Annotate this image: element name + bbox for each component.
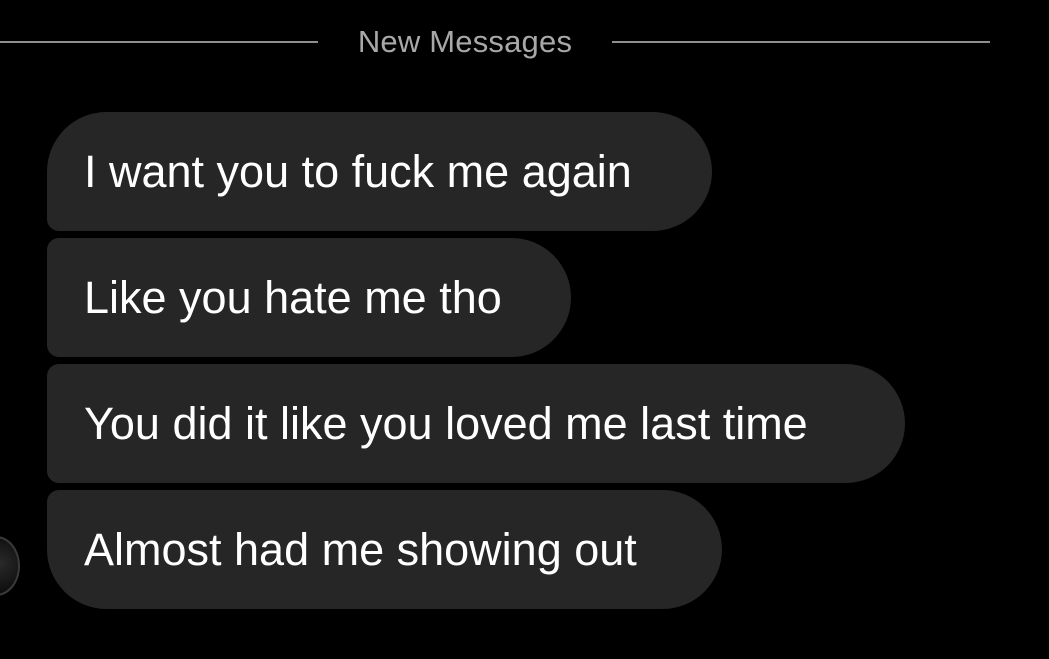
message-text: Almost had me showing out [84, 524, 637, 575]
sender-avatar[interactable] [0, 536, 20, 596]
message-text: Like you hate me tho [84, 272, 502, 323]
divider-line-right [612, 41, 990, 43]
new-messages-label: New Messages [357, 24, 573, 59]
message-text: I want you to fuck me again [84, 146, 632, 197]
new-messages-divider: New Messages [0, 22, 990, 62]
message-bubble[interactable]: I want you to fuck me again [47, 112, 712, 231]
message-bubble[interactable]: Like you hate me tho [47, 238, 571, 357]
message-text: You did it like you loved me last time [84, 398, 808, 449]
message-bubble[interactable]: You did it like you loved me last time [47, 364, 905, 483]
divider-line-left [0, 41, 318, 43]
message-bubble[interactable]: Almost had me showing out [47, 490, 722, 609]
